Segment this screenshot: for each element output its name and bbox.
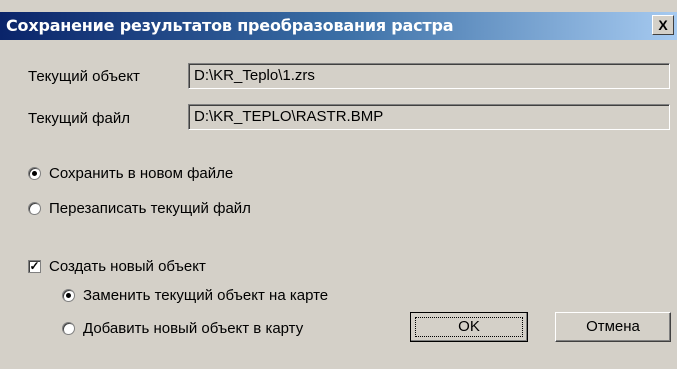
current-file-field: D:\KR_TEPLO\RASTR.BMP bbox=[188, 104, 670, 130]
replace-object-radio[interactable]: Заменить текущий объект на карте bbox=[62, 285, 328, 305]
close-icon: X bbox=[658, 17, 668, 33]
radio-selected-dot bbox=[32, 170, 37, 176]
add-object-label: Добавить новый объект в карту bbox=[83, 319, 304, 337]
create-object-checkbox[interactable]: ✓ Создать новый объект bbox=[28, 256, 206, 276]
current-object-label: Текущий объект bbox=[28, 68, 140, 85]
title-bar[interactable]: Сохранение результатов преобразования ра… bbox=[0, 12, 677, 40]
save-new-file-label: Сохранить в новом файле bbox=[49, 164, 234, 182]
current-object-field: D:\KR_Teplo\1.zrs bbox=[188, 63, 670, 89]
save-raster-dialog: Сохранение результатов преобразования ра… bbox=[0, 0, 677, 369]
close-button[interactable]: X bbox=[652, 15, 674, 35]
save-new-file-radio[interactable]: Сохранить в новом файле bbox=[28, 163, 233, 183]
checkbox[interactable]: ✓ bbox=[28, 258, 41, 273]
dialog-title: Сохранение результатов преобразования ра… bbox=[6, 16, 454, 35]
ok-button[interactable]: OK bbox=[410, 312, 528, 342]
checkmark-icon: ✓ bbox=[29, 258, 40, 273]
create-object-label: Создать новый объект bbox=[49, 257, 206, 275]
replace-object-label: Заменить текущий объект на карте bbox=[83, 286, 329, 304]
add-object-radio[interactable]: Добавить новый объект в карту bbox=[62, 318, 303, 338]
radio-button[interactable] bbox=[28, 201, 41, 215]
radio-button[interactable] bbox=[62, 321, 75, 335]
overwrite-file-label: Перезаписать текущий файл bbox=[49, 199, 251, 217]
radio-button[interactable] bbox=[62, 288, 75, 302]
overwrite-file-radio[interactable]: Перезаписать текущий файл bbox=[28, 198, 251, 218]
radio-selected-dot bbox=[66, 292, 71, 298]
current-file-label: Текущий файл bbox=[28, 110, 130, 127]
cancel-button[interactable]: Отмена bbox=[555, 312, 671, 342]
focus-rectangle bbox=[415, 317, 523, 337]
radio-button[interactable] bbox=[28, 166, 41, 180]
cancel-button-label: Отмена bbox=[586, 318, 640, 335]
